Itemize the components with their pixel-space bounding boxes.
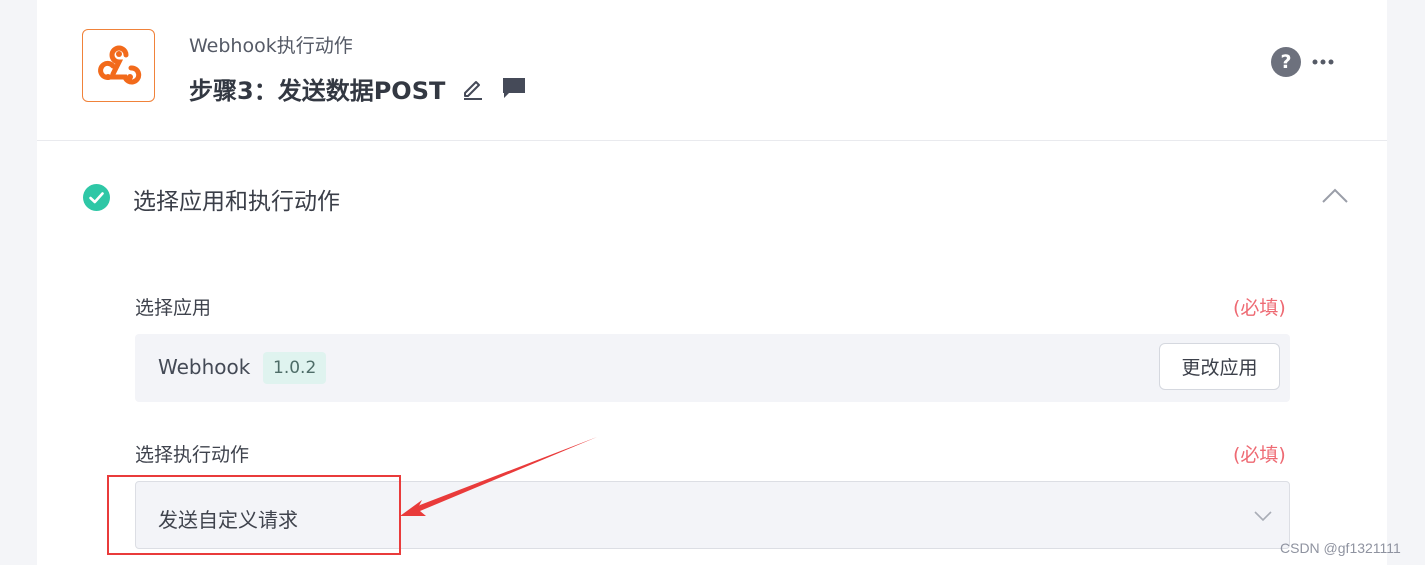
- action-field-label: 选择执行动作: [135, 444, 250, 466]
- comment-icon[interactable]: [501, 76, 527, 100]
- change-app-button[interactable]: 更改应用: [1159, 343, 1280, 390]
- more-icon[interactable]: [1312, 50, 1334, 74]
- watermark: CSDN @gf1321111: [1280, 540, 1401, 556]
- step-subtitle: Webhook执行动作: [189, 35, 353, 57]
- app-required-mark: (必填): [1233, 297, 1286, 319]
- section-header[interactable]: 选择应用和执行动作: [37, 170, 1387, 226]
- step-title-row: 步骤3：发送数据POST: [189, 70, 527, 106]
- check-circle-icon: [83, 184, 110, 211]
- section-title: 选择应用和执行动作: [133, 189, 340, 215]
- chevron-up-icon[interactable]: [1322, 188, 1348, 204]
- selected-app-box: Webhook 1.0.2 更改应用: [135, 334, 1290, 402]
- action-required-mark: (必填): [1233, 444, 1286, 466]
- step-card: Webhook执行动作 步骤3：发送数据POST ? 选择应用和执行动作 选择应…: [37, 0, 1387, 565]
- pencil-icon[interactable]: [461, 76, 485, 100]
- webhook-logo: [82, 29, 155, 102]
- version-badge: 1.0.2: [263, 352, 327, 384]
- step-header: Webhook执行动作 步骤3：发送数据POST ?: [37, 0, 1387, 141]
- app-field-label: 选择应用: [135, 297, 212, 319]
- help-icon[interactable]: ?: [1271, 47, 1301, 77]
- chevron-down-icon: [1254, 511, 1272, 522]
- webhook-logo-icon: [97, 45, 141, 84]
- action-select[interactable]: 发送自定义请求: [135, 481, 1290, 549]
- step-title: 步骤3：发送数据POST: [189, 76, 446, 105]
- app-name: Webhook: [158, 355, 251, 379]
- action-select-value: 发送自定义请求: [158, 508, 298, 532]
